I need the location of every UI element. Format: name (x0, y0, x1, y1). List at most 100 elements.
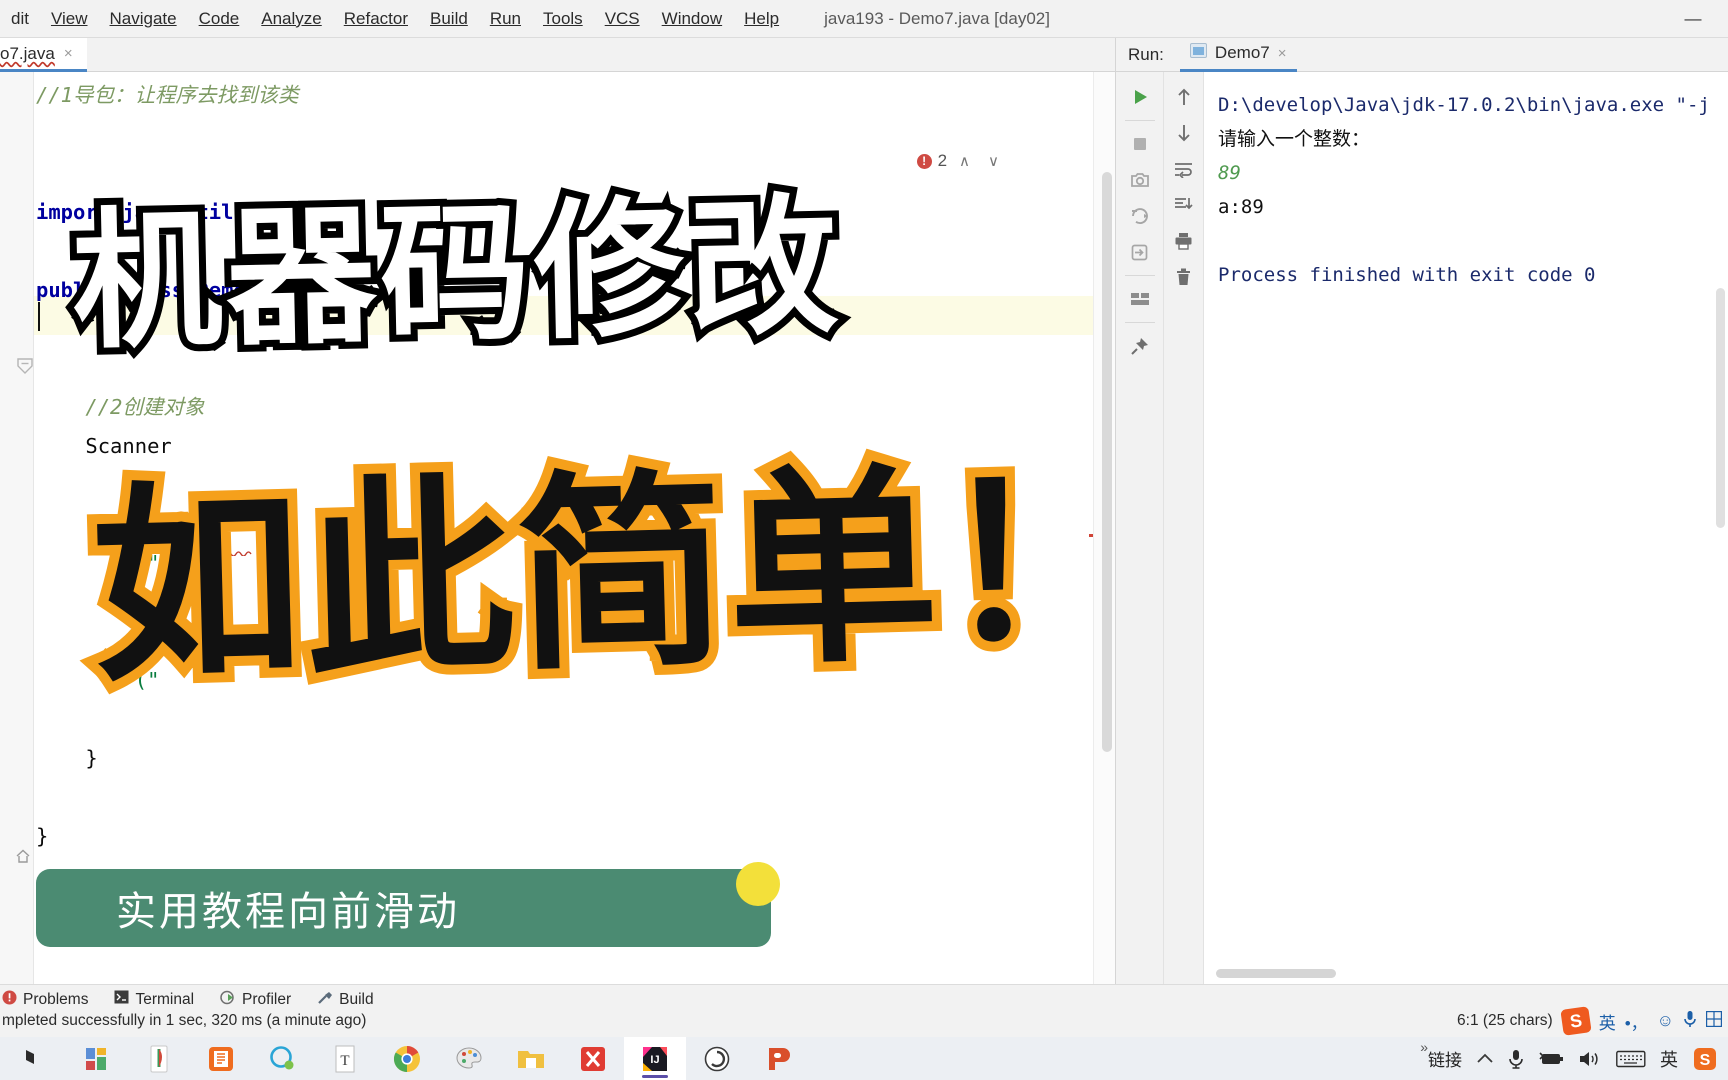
console-scrollbar-thumb[interactable] (1716, 288, 1725, 528)
system-tray: 链接 英 S (1428, 1037, 1728, 1080)
taskbar-app-windows-start-icon[interactable] (4, 1037, 66, 1080)
taskbar-apps: T IJ (0, 1037, 810, 1080)
caret-position-label[interactable]: 6:1 (25 chars) (1457, 1012, 1553, 1030)
menu-item-analyze[interactable]: Analyze (250, 0, 332, 38)
run-icon[interactable] (1123, 80, 1157, 114)
editor-tab-demo7[interactable]: o7.java × (0, 38, 87, 72)
minimize-button[interactable]: — (1682, 10, 1704, 28)
scroll-up-icon[interactable] (1167, 80, 1201, 114)
taskbar-app-pdf-icon[interactable] (128, 1037, 190, 1080)
code-fold-icon[interactable] (16, 357, 34, 375)
scroll-down-icon[interactable] (1167, 116, 1201, 150)
menu-item-navigate[interactable]: Navigate (99, 0, 188, 38)
code-line: ("请输 (36, 551, 201, 575)
volume-icon[interactable] (1578, 1050, 1602, 1068)
taskbar-app-clock-icon[interactable] (686, 1037, 748, 1080)
sogou-ime-icon[interactable]: S (1560, 1006, 1592, 1036)
pin-icon[interactable] (1123, 329, 1157, 363)
code-line: } (36, 746, 98, 770)
taskbar-app-wps-icon[interactable] (190, 1037, 252, 1080)
camera-icon[interactable] (1123, 163, 1157, 197)
menu-item-vcs[interactable]: VCS (594, 0, 651, 38)
console-hscrollbar-thumb[interactable] (1216, 969, 1336, 978)
chevron-up-icon[interactable] (1476, 1052, 1494, 1066)
menu-item-window[interactable]: Window (651, 0, 733, 38)
tray-sogou-icon[interactable]: S (1692, 1046, 1718, 1072)
chevron-up-icon[interactable]: ∧ (953, 152, 976, 170)
soft-wrap-icon[interactable] (1167, 152, 1201, 186)
print-icon[interactable] (1167, 224, 1201, 258)
menu-item-code[interactable]: Code (188, 0, 251, 38)
taskbar-app-qq-icon[interactable] (252, 1037, 314, 1080)
home-marker-icon (14, 847, 32, 865)
menu-item-help[interactable]: Help (733, 0, 790, 38)
console-line: D:\develop\Java\jdk-17.0.2\bin\java.exe … (1218, 94, 1710, 116)
taskbar-app-xmind-icon[interactable] (562, 1037, 624, 1080)
ime-lang-icon[interactable]: 英 (1599, 1009, 1616, 1034)
console-line: 请输入一个整数： (1218, 128, 1371, 150)
menu-item-view[interactable]: View (40, 0, 99, 38)
console-line: 89 (1218, 162, 1241, 184)
code-line: //2创建对象 (36, 395, 205, 419)
battery-icon[interactable] (1538, 1051, 1564, 1067)
taskbar-app-chrome-icon[interactable] (376, 1037, 438, 1080)
overlay-banner-text: 实用教程向前滑动 (116, 889, 460, 935)
divider (1124, 322, 1155, 323)
run-panel-header: Run: Demo7 × (1116, 38, 1728, 72)
taskbar-app-office-icon[interactable] (66, 1037, 128, 1080)
editor-tab-strip: o7.java × (0, 38, 1115, 72)
taskbar-app-paint-icon[interactable] (438, 1037, 500, 1080)
menu-item-tools[interactable]: Tools (532, 0, 594, 38)
exit-icon[interactable] (1123, 235, 1157, 269)
tray-overflow-chevron[interactable]: » (1420, 1039, 1428, 1055)
code-line: ) (36, 512, 148, 536)
menu-item-refactor[interactable]: Refactor (333, 0, 419, 38)
editor-scrollbar[interactable] (1093, 72, 1115, 984)
taskbar-app-explorer-icon[interactable] (500, 1037, 562, 1080)
divider (1124, 275, 1155, 276)
editor-gutter[interactable] (0, 72, 34, 984)
close-icon[interactable]: × (64, 45, 73, 62)
taskbar-app-powerpoint-icon[interactable] (748, 1037, 810, 1080)
run-tool-window: Run: Demo7 × D:\develop\Java\jdk-17.0.2\… (1115, 38, 1728, 984)
ime-panel-icon[interactable] (1705, 1010, 1723, 1032)
chevron-down-icon[interactable]: ∨ (982, 152, 1005, 170)
menu-bar: dit View Navigate Code Analyze Refactor … (0, 0, 1728, 38)
scrollbar-thumb[interactable] (1102, 172, 1112, 752)
keyboard-icon[interactable] (1616, 1050, 1646, 1068)
console-output[interactable]: D:\develop\Java\jdk-17.0.2\bin\java.exe … (1204, 72, 1728, 984)
mic-icon[interactable] (1683, 1010, 1697, 1033)
error-count-label: 2 (937, 151, 948, 170)
close-icon[interactable]: × (1278, 45, 1287, 62)
run-toolbar-primary (1116, 72, 1164, 984)
svg-text:T: T (340, 1053, 349, 1069)
trash-icon[interactable] (1167, 260, 1201, 294)
inspection-status[interactable]: ! 2 ∧ ∨ (916, 151, 1005, 171)
restart-icon[interactable] (1123, 199, 1157, 233)
code-line: } (36, 824, 49, 848)
taskbar-app-typora-icon[interactable]: T (314, 1037, 376, 1080)
menu-item-edit[interactable]: dit (0, 0, 40, 38)
tray-ime-lang-icon[interactable]: 英 (1660, 1046, 1678, 1072)
code-text[interactable]: //1导包：让程序去找到该类 import java.util.Scanner;… (34, 72, 1115, 984)
tray-link-label[interactable]: 链接 (1428, 1046, 1462, 1071)
mic-icon[interactable] (1508, 1049, 1524, 1069)
menu-item-build[interactable]: Build (419, 0, 479, 38)
run-tab-demo7[interactable]: Demo7 × (1179, 38, 1297, 72)
taskbar-app-intellij-idea-icon[interactable]: IJ (624, 1037, 686, 1080)
error-icon: ! (916, 153, 932, 169)
code-editor[interactable]: //1导包：让程序去找到该类 import java.util.Scanner;… (0, 72, 1115, 984)
layout-icon[interactable] (1123, 282, 1157, 316)
stop-icon[interactable] (1123, 127, 1157, 161)
text-caret (38, 302, 40, 331)
ime-punctuation-icon[interactable]: •， (1625, 1009, 1648, 1034)
ime-emoji-icon[interactable]: ☺ (1657, 1011, 1674, 1031)
menu-item-run[interactable]: Run (479, 0, 532, 38)
scroll-to-end-icon[interactable] (1167, 188, 1201, 222)
windows-taskbar: T IJ » 链接 英 S (0, 1037, 1728, 1080)
